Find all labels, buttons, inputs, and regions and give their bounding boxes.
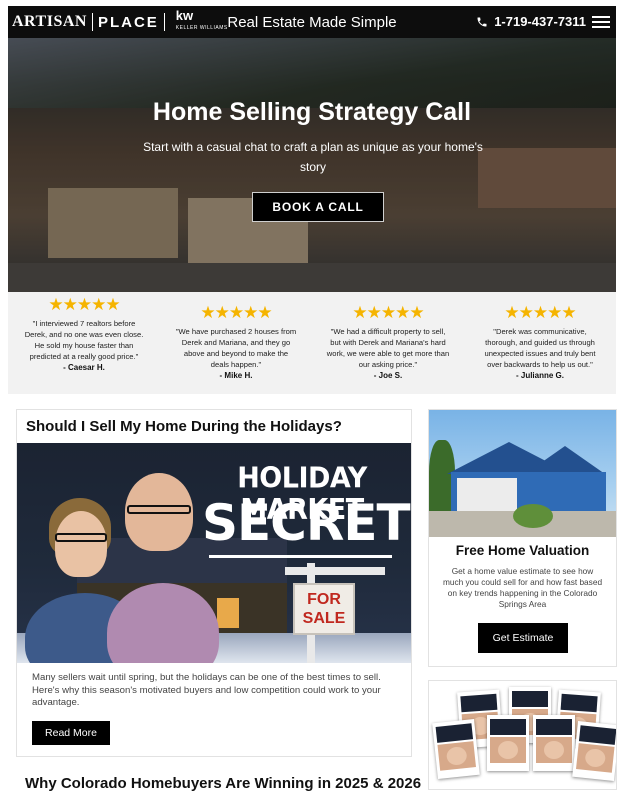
phone-number: 1-719-437-7311 bbox=[494, 14, 586, 29]
guide-thumbnail bbox=[487, 715, 529, 771]
review-author: - Mike H. bbox=[219, 371, 253, 380]
valuation-title: Free Home Valuation bbox=[455, 543, 590, 558]
get-estimate-button[interactable]: Get Estimate bbox=[478, 623, 568, 653]
article-thumbnail[interactable]: HOLIDAY MARKET SECRETS FOR SALE bbox=[17, 443, 411, 663]
thumb-window bbox=[217, 598, 239, 628]
phone-link[interactable]: 1-719-437-7311 bbox=[476, 14, 586, 29]
review-text: "Derek was communicative, thorough, and … bbox=[484, 327, 596, 369]
hero-title: Home Selling Strategy Call bbox=[152, 98, 472, 126]
guide-thumbnail bbox=[572, 720, 616, 782]
logo-place: PLACE bbox=[97, 13, 159, 31]
review-text: "We have purchased 2 houses from Derek a… bbox=[175, 327, 297, 369]
valuation-text: Get a home value estimate to see how muc… bbox=[442, 566, 603, 609]
brand-logo[interactable]: ARTISAN PLACE kw KELLER WILLIAMS bbox=[8, 6, 228, 38]
logo-divider bbox=[91, 13, 93, 31]
star-rating: ★★★★★ bbox=[48, 295, 120, 314]
next-article-title[interactable]: Why Colorado Homebuyers Are Winning in 2… bbox=[25, 775, 421, 792]
review-card: ★★★★★ "Derek was communicative, thorough… bbox=[464, 292, 616, 394]
site-header: ARTISAN PLACE kw KELLER WILLIAMS Real Est… bbox=[8, 6, 616, 38]
review-card: ★★★★★ "We had a difficult property to se… bbox=[312, 292, 464, 394]
hero-subtitle: Start with a casual chat to craft a plan… bbox=[143, 140, 483, 174]
phone-icon bbox=[477, 17, 487, 26]
valuation-card: Free Home Valuation Get a home value est… bbox=[428, 409, 617, 667]
review-card: ★★★★★ "I interviewed 7 realtors before D… bbox=[8, 292, 160, 394]
logo-divider bbox=[163, 13, 165, 31]
glasses-icon bbox=[127, 505, 191, 514]
article-excerpt: Many sellers wait until spring, but the … bbox=[32, 672, 381, 708]
guide-thumbnail bbox=[432, 718, 480, 780]
read-more-button[interactable]: Read More bbox=[32, 721, 110, 745]
book-a-call-button[interactable]: BOOK A CALL bbox=[252, 192, 384, 222]
logo-kw: kw KELLER WILLIAMS bbox=[175, 8, 228, 34]
logo-artisan: ARTISAN bbox=[12, 13, 87, 30]
for-sale-sign: FOR SALE bbox=[293, 583, 355, 635]
guide-thumbnail bbox=[533, 715, 575, 771]
thumb-person-face bbox=[55, 511, 107, 577]
star-rating: ★★★★★ bbox=[352, 303, 424, 322]
sign-line1: FOR bbox=[307, 591, 341, 608]
thumb-heading-line2: SECRETS bbox=[202, 494, 411, 552]
star-rating: ★★★★★ bbox=[200, 303, 272, 322]
review-text: "We had a difficult property to sell, bu… bbox=[326, 327, 450, 369]
valuation-house-image bbox=[429, 410, 616, 537]
article-title[interactable]: Should I Sell My Home During the Holiday… bbox=[26, 418, 342, 435]
review-author: - Caesar H. bbox=[63, 363, 105, 372]
logo-kw-text: kw bbox=[175, 8, 194, 23]
thumb-heading-underline bbox=[209, 555, 392, 558]
house-roof bbox=[525, 446, 605, 474]
house-garage bbox=[457, 478, 517, 514]
sign-bar bbox=[285, 567, 385, 575]
star-rating: ★★★★★ bbox=[504, 303, 576, 322]
logo-kw-sub: KELLER WILLIAMS bbox=[175, 25, 228, 31]
review-card: ★★★★★ "We have purchased 2 houses from D… bbox=[160, 292, 312, 394]
reviews-strip: ★★★★★ "I interviewed 7 realtors before D… bbox=[8, 292, 616, 394]
guides-collage[interactable] bbox=[428, 680, 617, 790]
review-author: - Joe S. bbox=[373, 371, 403, 380]
sign-line2: SALE bbox=[302, 610, 346, 627]
glasses-icon bbox=[55, 533, 107, 542]
article-card: Should I Sell My Home During the Holiday… bbox=[16, 409, 412, 757]
hamburger-menu-icon[interactable] bbox=[592, 12, 610, 32]
review-text: "I interviewed 7 realtors before Derek, … bbox=[24, 319, 144, 361]
hero-banner: Home Selling Strategy Call Start with a … bbox=[8, 38, 616, 292]
house-bush bbox=[513, 504, 553, 528]
review-author: - Julianne G. bbox=[515, 371, 564, 380]
